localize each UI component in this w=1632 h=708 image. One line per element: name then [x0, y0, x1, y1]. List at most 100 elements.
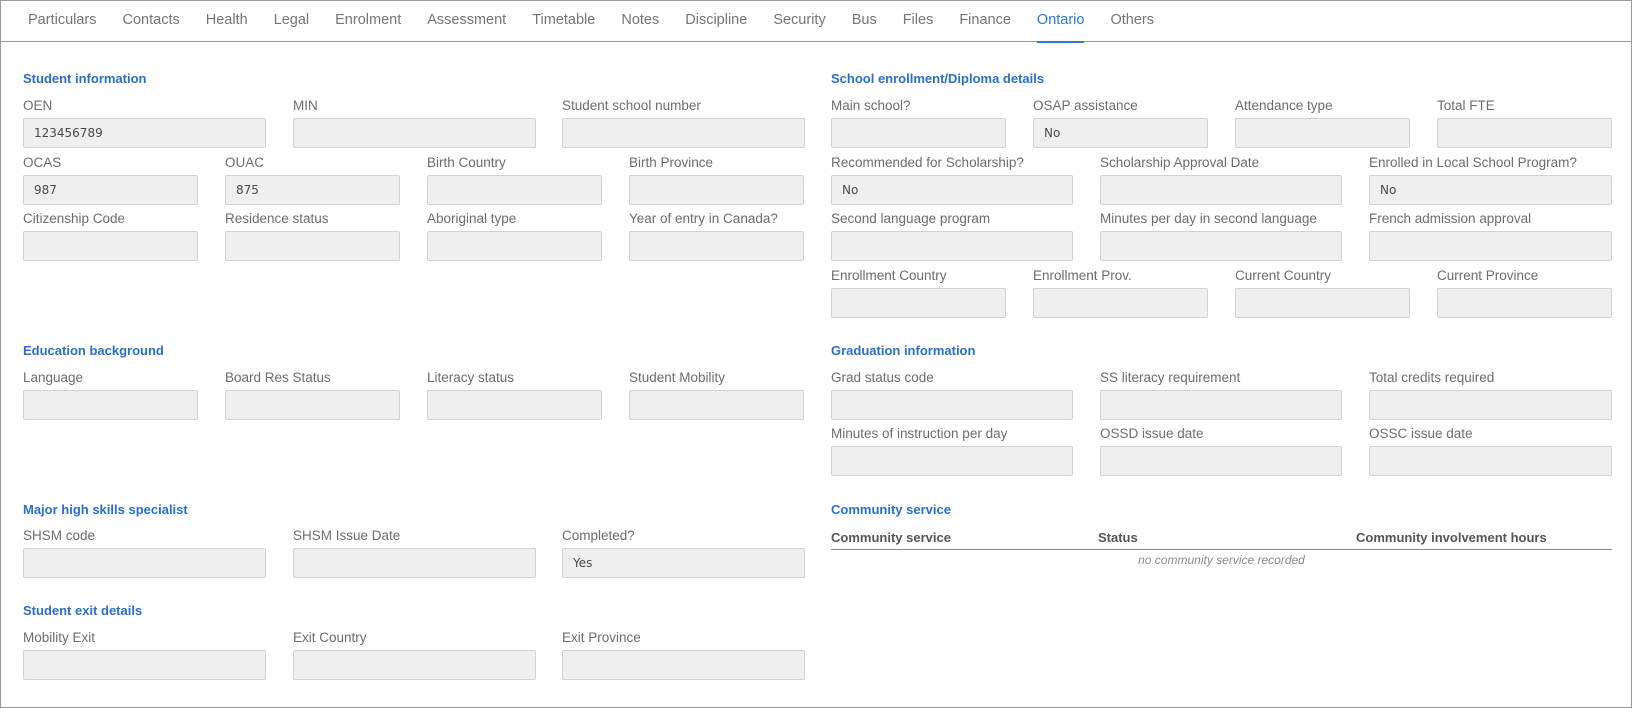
label-minutes-second-language: Minutes per day in second language [1100, 211, 1317, 226]
tab-timetable[interactable]: Timetable [519, 1, 608, 42]
ossd-issue-date-field[interactable] [1100, 446, 1342, 476]
total-fte-field[interactable] [1437, 118, 1612, 148]
label-year-entry-canada: Year of entry in Canada? [629, 211, 778, 226]
label-french-admission-approval: French admission approval [1369, 211, 1532, 226]
year-entry-canada-field[interactable] [629, 231, 804, 261]
tab-enrolment[interactable]: Enrolment [322, 1, 414, 42]
tab-contacts[interactable]: Contacts [110, 1, 193, 42]
shsm-code-field[interactable] [23, 548, 266, 578]
label-exit-country: Exit Country [293, 630, 367, 645]
section-title-education-background: Education background [23, 343, 164, 358]
scholarship-approval-date-field[interactable] [1100, 175, 1342, 205]
min-field[interactable] [293, 118, 536, 148]
label-mobility-exit: Mobility Exit [23, 630, 96, 645]
enrollment-country-field[interactable] [831, 288, 1006, 318]
tab-legal[interactable]: Legal [261, 1, 322, 42]
second-language-program-field[interactable] [831, 231, 1073, 261]
ouac-field[interactable]: 875 [225, 175, 400, 205]
grad-status-code-field[interactable] [831, 390, 1073, 420]
ontario-panel: Particulars Contacts Health Legal Enrolm… [0, 0, 1632, 708]
label-minutes-instruction: Minutes of instruction per day [831, 426, 1008, 441]
label-local-school-program: Enrolled in Local School Program? [1369, 155, 1577, 170]
label-shsm-issue-date: SHSM Issue Date [293, 528, 401, 543]
label-enrollment-prov: Enrollment Prov. [1033, 268, 1132, 283]
tab-ontario[interactable]: Ontario [1024, 1, 1098, 43]
student-school-number-field[interactable] [562, 118, 805, 148]
label-recommended-scholarship: Recommended for Scholarship? [831, 155, 1024, 170]
enrollment-prov-field[interactable] [1033, 288, 1208, 318]
completed-select[interactable]: Yes [562, 548, 805, 578]
label-birth-province: Birth Province [629, 155, 714, 170]
column-header-community-service[interactable]: Community service [831, 530, 951, 545]
table-header-divider [831, 549, 1612, 550]
board-res-status-field[interactable] [225, 390, 400, 420]
label-enrollment-country: Enrollment Country [831, 268, 947, 283]
label-student-school-number: Student school number [562, 98, 701, 113]
empty-table-message: no community service recorded [1138, 553, 1305, 567]
label-grad-status-code: Grad status code [831, 370, 934, 385]
minutes-instruction-field[interactable] [831, 446, 1073, 476]
attendance-type-field[interactable] [1235, 118, 1410, 148]
tab-particulars[interactable]: Particulars [15, 1, 110, 42]
tab-security[interactable]: Security [760, 1, 838, 42]
birth-country-field[interactable] [427, 175, 602, 205]
exit-province-field[interactable] [562, 650, 805, 680]
section-title-student-information: Student information [23, 71, 147, 86]
ss-literacy-field[interactable] [1100, 390, 1342, 420]
tab-discipline[interactable]: Discipline [672, 1, 760, 42]
ossc-issue-date-field[interactable] [1369, 446, 1612, 476]
current-country-field[interactable] [1235, 288, 1410, 318]
citizenship-code-field[interactable] [23, 231, 198, 261]
tab-notes[interactable]: Notes [608, 1, 672, 42]
label-ocas: OCAS [23, 155, 62, 170]
section-title-shsm: Major high skills specialist [23, 502, 188, 517]
tab-files[interactable]: Files [890, 1, 947, 42]
aboriginal-type-field[interactable] [427, 231, 602, 261]
current-province-field[interactable] [1437, 288, 1612, 318]
label-ossd-issue-date: OSSD issue date [1100, 426, 1204, 441]
tab-finance[interactable]: Finance [946, 1, 1024, 42]
label-citizenship-code: Citizenship Code [23, 211, 126, 226]
label-ss-literacy: SS literacy requirement [1100, 370, 1241, 385]
label-literacy-status: Literacy status [427, 370, 515, 385]
label-scholarship-approval-date: Scholarship Approval Date [1100, 155, 1260, 170]
recommended-scholarship-select[interactable]: No [831, 175, 1073, 205]
label-current-province: Current Province [1437, 268, 1539, 283]
minutes-second-language-field[interactable] [1100, 231, 1342, 261]
birth-province-field[interactable] [629, 175, 804, 205]
tab-health[interactable]: Health [193, 1, 261, 42]
section-title-student-exit: Student exit details [23, 603, 143, 618]
label-aboriginal-type: Aboriginal type [427, 211, 517, 226]
section-title-community-service: Community service [831, 502, 951, 517]
label-exit-province: Exit Province [562, 630, 641, 645]
tab-assessment[interactable]: Assessment [414, 1, 519, 42]
student-mobility-field[interactable] [629, 390, 804, 420]
osap-assistance-select[interactable]: No [1033, 118, 1208, 148]
label-residence-status: Residence status [225, 211, 329, 226]
language-field[interactable] [23, 390, 198, 420]
label-oen: OEN [23, 98, 53, 113]
label-student-mobility: Student Mobility [629, 370, 726, 385]
oen-field[interactable]: 123456789 [23, 118, 266, 148]
column-header-community-hours[interactable]: Community involvement hours [1356, 530, 1547, 545]
section-title-graduation: Graduation information [831, 343, 976, 358]
label-total-credits: Total credits required [1369, 370, 1495, 385]
total-credits-field[interactable] [1369, 390, 1612, 420]
tab-bus[interactable]: Bus [839, 1, 890, 42]
local-school-program-select[interactable]: No [1369, 175, 1612, 205]
label-shsm-code: SHSM code [23, 528, 96, 543]
literacy-status-field[interactable] [427, 390, 602, 420]
ocas-field[interactable]: 987 [23, 175, 198, 205]
exit-country-field[interactable] [293, 650, 536, 680]
mobility-exit-field[interactable] [23, 650, 266, 680]
main-school-field[interactable] [831, 118, 1006, 148]
section-title-school-enrollment: School enrollment/Diploma details [831, 71, 1045, 86]
tab-others[interactable]: Others [1097, 1, 1167, 42]
residence-status-field[interactable] [225, 231, 400, 261]
label-current-country: Current Country [1235, 268, 1332, 283]
column-header-status[interactable]: Status [1098, 530, 1138, 545]
label-total-fte: Total FTE [1437, 98, 1495, 113]
label-osap-assistance: OSAP assistance [1033, 98, 1138, 113]
french-admission-approval-field[interactable] [1369, 231, 1612, 261]
shsm-issue-date-field[interactable] [293, 548, 536, 578]
